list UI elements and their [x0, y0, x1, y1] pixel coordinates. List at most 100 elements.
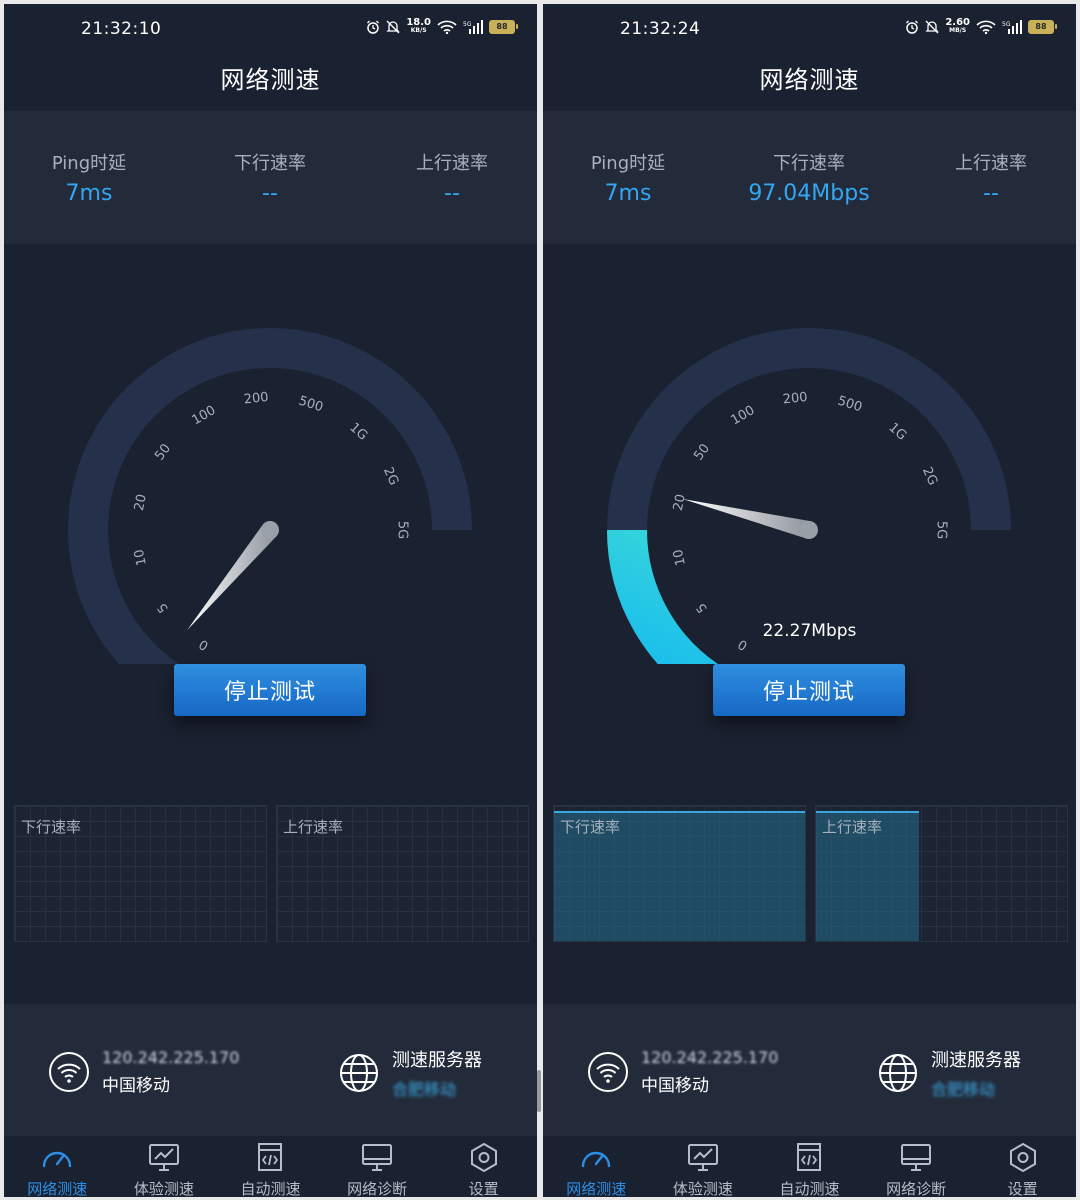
- wifi-circle-icon: [588, 1052, 628, 1092]
- ping-stat: Ping时延 7ms: [9, 149, 169, 206]
- tab-monitor-chart[interactable]: 体验测速: [650, 1136, 757, 1197]
- download-chart: 下行速率: [14, 805, 267, 942]
- gauge-tick-label: 1G: [885, 420, 909, 443]
- wifi-icon: [437, 20, 457, 34]
- gauge-tick-label: 50: [691, 441, 713, 463]
- tab-label: 体验测速: [133, 1180, 194, 1197]
- code-doc-icon: [253, 1142, 287, 1176]
- tab-label: 网络诊断: [347, 1180, 408, 1197]
- server-info[interactable]: 测速服务器 合肥移动: [877, 1046, 1021, 1100]
- download-stat: 下行速率 --: [190, 149, 350, 206]
- download-stat: 下行速率 97.04Mbps: [729, 149, 889, 206]
- alarm-icon: [906, 20, 919, 34]
- upload-stat: 上行速率 --: [911, 149, 1071, 206]
- tab-desktop[interactable]: 网络诊断: [863, 1136, 970, 1197]
- upload-chart-label: 上行速率: [822, 818, 883, 836]
- upload-value: --: [983, 181, 999, 206]
- gauge-tick-label: 20: [671, 493, 689, 512]
- globe-icon: [879, 1054, 917, 1092]
- wifi-circle-icon: [49, 1052, 89, 1092]
- server-info[interactable]: 测速服务器 合肥移动: [338, 1046, 482, 1100]
- status-time: 21:32:10: [81, 19, 162, 39]
- server-name: 合肥移动: [392, 1080, 457, 1099]
- gauge-tick-label: 500: [836, 393, 864, 415]
- ip-address: 120.242.225.170: [641, 1048, 779, 1067]
- current-speed-readout: 22.27Mbps: [762, 621, 857, 641]
- upload-value: --: [444, 181, 460, 206]
- upload-stat: 上行速率 --: [372, 149, 532, 206]
- status-icons: 18.0 KB/S 5G 88: [366, 18, 518, 34]
- page-title: 网络测速: [759, 66, 860, 94]
- stop-test-button[interactable]: 停止测试: [174, 664, 366, 716]
- server-title: 测速服务器: [392, 1050, 482, 1071]
- tab-settings-hexagon[interactable]: 设置: [969, 1136, 1076, 1197]
- globe-icon: [340, 1054, 378, 1092]
- desktop-icon: [360, 1142, 394, 1176]
- download-chart-label: 下行速率: [560, 818, 621, 836]
- alarm-icon: [367, 20, 380, 34]
- ip-address: 120.242.225.170: [102, 1048, 240, 1067]
- signal-5g-icon: 5G: [1002, 19, 1022, 34]
- monitor-chart-icon: [686, 1142, 720, 1176]
- download-label: 下行速率: [234, 153, 306, 174]
- bottom-tab-bar: 网络测速 体验测速 自动测速 网络诊断 设置: [4, 1136, 537, 1197]
- mute-bell-icon: [925, 20, 939, 33]
- gauge-tick-label: 5: [155, 600, 172, 616]
- tab-monitor-chart[interactable]: 体验测速: [111, 1136, 218, 1197]
- tab-speedometer[interactable]: 网络测速: [543, 1136, 650, 1197]
- tab-settings-hexagon[interactable]: 设置: [430, 1136, 537, 1197]
- battery-icon: 88: [489, 19, 518, 34]
- gauge-needle: [187, 524, 277, 631]
- gauge-tick-label: 10: [132, 548, 150, 567]
- ping-value: 7ms: [65, 181, 113, 206]
- gauge-tick-label: 100: [728, 403, 757, 428]
- status-icons: 2.60 MB/S 5G 88: [905, 17, 1057, 35]
- wifi-icon: [976, 20, 996, 34]
- monitor-chart-icon: [147, 1142, 181, 1176]
- gauge-tick-label: 5G: [934, 521, 949, 539]
- speed-gauge: 05102050100200 5001G2G5G: [607, 328, 1011, 664]
- svg-text:5G: 5G: [463, 21, 472, 28]
- gauge-tick-label: 5: [694, 600, 711, 616]
- status-bar: 21:32:10 18.0 KB/S 5G 88: [4, 4, 537, 54]
- net-speed: 2.60 MB/S: [945, 17, 970, 35]
- upload-label: 上行速率: [955, 153, 1027, 174]
- tab-label: 体验测速: [672, 1180, 733, 1197]
- gauge-tick-label: 5G: [395, 521, 410, 539]
- download-chart-label: 下行速率: [21, 818, 82, 836]
- gauge-tick-label: 500: [297, 393, 325, 415]
- gauge-needle: [682, 498, 812, 539]
- upload-chart: 上行速率: [815, 805, 1068, 942]
- tab-desktop[interactable]: 网络诊断: [324, 1136, 431, 1197]
- tab-label: 网络测速: [566, 1180, 627, 1197]
- code-doc-icon: [792, 1142, 826, 1176]
- tab-label: 网络诊断: [886, 1180, 947, 1197]
- split-divider-handle[interactable]: [537, 1070, 541, 1112]
- settings-hexagon-icon: [467, 1142, 501, 1176]
- tab-label: 设置: [1007, 1180, 1038, 1197]
- download-value: 97.04Mbps: [748, 181, 870, 206]
- upload-chart: 上行速率: [276, 805, 529, 942]
- status-bar: 21:32:24 2.60 MB/S 5G 88: [543, 4, 1076, 54]
- network-info: 120.242.225.170 中国移动: [48, 1048, 239, 1096]
- gauge-tick-label: 200: [782, 390, 808, 408]
- tab-label: 自动测速: [779, 1180, 840, 1197]
- speedometer-icon: [40, 1142, 74, 1176]
- ping-stat: Ping时延 7ms: [548, 149, 708, 206]
- tab-speedometer[interactable]: 网络测速: [4, 1136, 111, 1197]
- tab-label: 自动测速: [240, 1180, 301, 1197]
- phone-screen-left: 21:32:10 18.0 KB/S 5G 88 网络测速 Ping时延 7ms …: [4, 4, 537, 1197]
- gauge-tick-label: 10: [671, 548, 689, 567]
- desktop-icon: [899, 1142, 933, 1176]
- ping-label: Ping时延: [51, 153, 127, 174]
- tab-code-doc[interactable]: 自动测速: [217, 1136, 324, 1197]
- tab-code-doc[interactable]: 自动测速: [756, 1136, 863, 1197]
- isp-name: 中国移动: [102, 1076, 170, 1096]
- stop-test-button[interactable]: 停止测试: [713, 664, 905, 716]
- gauge-tick-label: 1G: [346, 420, 370, 443]
- speedometer-icon: [579, 1142, 613, 1176]
- connection-info: 120.242.225.170 中国移动 测速服务器 合肥移动: [543, 1004, 1076, 1136]
- settings-hexagon-icon: [1006, 1142, 1040, 1176]
- page-title: 网络测速: [220, 66, 321, 94]
- status-time: 21:32:24: [620, 19, 701, 39]
